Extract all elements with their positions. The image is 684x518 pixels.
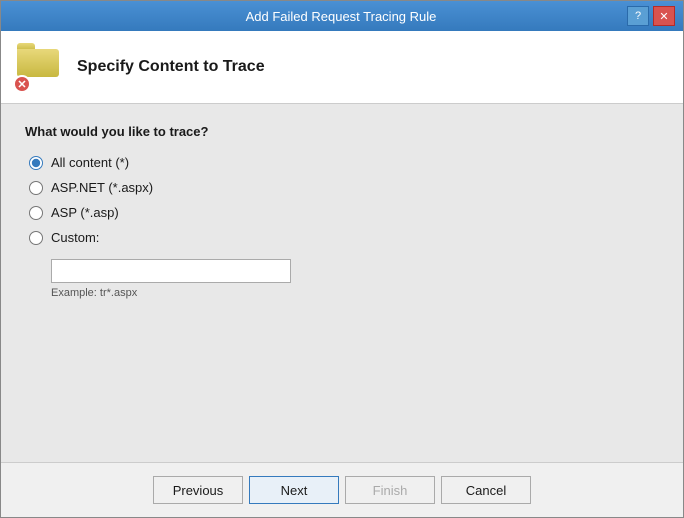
close-button[interactable]: ✕ bbox=[653, 6, 675, 26]
radio-asp[interactable] bbox=[29, 206, 43, 220]
trace-question: What would you like to trace? bbox=[25, 124, 659, 139]
radio-group: All content (*) ASP.NET (*.aspx) ASP (*.… bbox=[29, 155, 659, 299]
custom-pattern-input[interactable] bbox=[51, 259, 291, 283]
help-button[interactable]: ? bbox=[627, 6, 649, 26]
radio-custom-label: Custom: bbox=[51, 230, 99, 245]
radio-all-content[interactable] bbox=[29, 156, 43, 170]
content-section: What would you like to trace? All conten… bbox=[1, 104, 683, 462]
custom-example-text: Example: tr*.aspx bbox=[51, 287, 659, 299]
radio-item-all-content[interactable]: All content (*) bbox=[29, 155, 659, 170]
radio-custom[interactable] bbox=[29, 231, 43, 245]
radio-item-custom[interactable]: Custom: bbox=[29, 230, 659, 245]
title-bar-buttons: ? ✕ bbox=[627, 6, 675, 26]
finish-button[interactable]: Finish bbox=[345, 476, 435, 504]
folder-body bbox=[17, 49, 59, 77]
header-icon-container: ✕ bbox=[17, 43, 65, 91]
cancel-button[interactable]: Cancel bbox=[441, 476, 531, 504]
radio-aspnet-label: ASP.NET (*.aspx) bbox=[51, 180, 153, 195]
header-section: ✕ Specify Content to Trace bbox=[1, 31, 683, 104]
footer-section: Previous Next Finish Cancel bbox=[1, 462, 683, 517]
next-button[interactable]: Next bbox=[249, 476, 339, 504]
page-title: Specify Content to Trace bbox=[77, 58, 265, 76]
error-badge-icon: ✕ bbox=[13, 75, 31, 93]
dialog-title: Add Failed Request Tracing Rule bbox=[55, 9, 627, 24]
dialog-window: Add Failed Request Tracing Rule ? ✕ ✕ Sp… bbox=[0, 0, 684, 518]
radio-item-asp[interactable]: ASP (*.asp) bbox=[29, 205, 659, 220]
custom-input-section: Example: tr*.aspx bbox=[51, 259, 659, 299]
title-bar: Add Failed Request Tracing Rule ? ✕ bbox=[1, 1, 683, 31]
previous-button[interactable]: Previous bbox=[153, 476, 243, 504]
radio-aspnet[interactable] bbox=[29, 181, 43, 195]
radio-all-content-label: All content (*) bbox=[51, 155, 129, 170]
radio-asp-label: ASP (*.asp) bbox=[51, 205, 119, 220]
radio-item-aspnet[interactable]: ASP.NET (*.aspx) bbox=[29, 180, 659, 195]
folder-icon bbox=[17, 43, 59, 77]
